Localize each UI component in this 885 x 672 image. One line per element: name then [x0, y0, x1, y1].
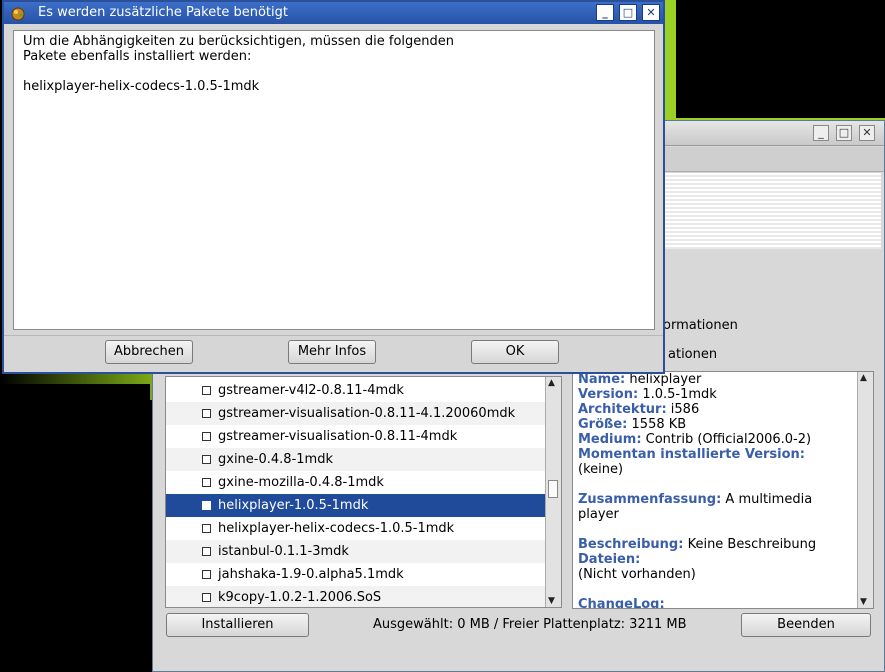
- package-row[interactable]: gstreamer-v4l2-0.8.11-4mdk: [166, 379, 546, 402]
- cancel-button[interactable]: Abbrechen: [105, 340, 193, 364]
- partial-label-1: ormationen: [663, 318, 738, 333]
- package-row[interactable]: helixplayer-1.0.5-1mdk: [166, 494, 546, 517]
- dialog-minimize-button[interactable]: _: [596, 4, 614, 21]
- package-info-pane: Name: helixplayer Version: 1.0.5-1mdk Ar…: [572, 371, 874, 609]
- package-row[interactable]: jahshaka-1.9-0.alpha5.1mdk: [166, 563, 546, 586]
- package-checkbox[interactable]: [202, 386, 211, 395]
- info-summary-label: Zusammenfassung:: [578, 492, 722, 507]
- main-maximize-button[interactable]: □: [836, 125, 852, 141]
- info-arch-label: Architektur:: [578, 402, 667, 417]
- package-name: helixplayer-1.0.5-1mdk: [218, 498, 369, 513]
- info-changelog-label: ChangeLog:: [578, 597, 665, 609]
- info-installed-label: Momentan installierte Version:: [578, 447, 805, 462]
- info-summary-value: A multimedia: [725, 492, 813, 507]
- package-checkbox[interactable]: [202, 547, 211, 556]
- dialog-maximize-button[interactable]: □: [619, 4, 637, 21]
- info-size-label: Größe:: [578, 417, 628, 432]
- dialog-separator: [4, 335, 663, 336]
- quit-button[interactable]: Beenden: [741, 613, 871, 637]
- package-row[interactable]: gxine-0.4.8-1mdk: [166, 448, 546, 471]
- desktop-dark-area-left: [0, 384, 150, 672]
- package-name: gstreamer-visualisation-0.8.11-4mdk: [218, 429, 458, 444]
- package-name: gstreamer-v4l2-0.8.11-4mdk: [218, 383, 404, 398]
- scroll-down-icon[interactable]: ▼: [548, 596, 555, 606]
- dialog-titlebar: Es werden zusätzliche Pakete benötigt _ …: [4, 2, 663, 24]
- info-name-value: helixplayer: [629, 372, 702, 387]
- info-installed-value: (keine): [578, 462, 624, 477]
- package-checkbox[interactable]: [202, 593, 211, 602]
- package-row[interactable]: gxine-mozilla-0.4.8-1mdk: [166, 471, 546, 494]
- package-checkbox[interactable]: [202, 455, 211, 464]
- scroll-thumb[interactable]: [548, 480, 558, 498]
- package-icon: [11, 7, 25, 21]
- dialog-title: Es werden zusätzliche Pakete benötigt: [38, 5, 288, 20]
- info-version-value: 1.0.5-1mdk: [642, 387, 717, 402]
- info-scroll-up-icon[interactable]: ▲: [860, 373, 867, 383]
- package-row[interactable]: k9copy-1.0.2-1.2006.SoS: [166, 586, 546, 607]
- package-name: helixplayer-helix-codecs-1.0.5-1mdk: [218, 521, 455, 536]
- info-arch-value: i586: [670, 402, 700, 417]
- main-close-button[interactable]: ✕: [859, 125, 875, 141]
- info-medium-value: Contrib (Official2006.0-2): [645, 432, 812, 447]
- scroll-up-icon[interactable]: ▲: [548, 378, 555, 388]
- install-button[interactable]: Installieren: [166, 613, 309, 637]
- dialog-message: Um die Abhängigkeiten zu berücksichtigen…: [13, 30, 655, 330]
- info-medium-label: Medium:: [578, 432, 642, 447]
- info-size-value: 1558 KB: [631, 417, 687, 432]
- main-banner: [663, 173, 881, 249]
- package-checkbox[interactable]: [202, 478, 211, 487]
- status-text: Ausgewählt: 0 MB / Freier Plattenplatz: …: [373, 617, 687, 632]
- package-name: istanbul-0.1.1-3mdk: [218, 544, 349, 559]
- info-scroll-down-icon[interactable]: ▼: [860, 597, 867, 607]
- info-desc-value: Keine Beschreibung: [687, 537, 817, 552]
- info-files-label: Dateien:: [578, 552, 641, 567]
- info-name-label: Name:: [578, 372, 626, 387]
- dependency-dialog: Es werden zusätzliche Pakete benötigt _ …: [2, 0, 665, 374]
- package-name: jahshaka-1.9-0.alpha5.1mdk: [218, 567, 404, 582]
- package-name: gxine-0.4.8-1mdk: [218, 452, 333, 467]
- main-minimize-button[interactable]: _: [813, 125, 829, 141]
- info-summary-value-cont: player: [578, 507, 619, 522]
- desktop-dark-area: [676, 0, 885, 118]
- package-row[interactable]: helixplayer-helix-codecs-1.0.5-1mdk: [166, 517, 546, 540]
- package-checkbox[interactable]: [202, 524, 211, 533]
- package-name: gxine-mozilla-0.4.8-1mdk: [218, 475, 384, 490]
- package-row[interactable]: istanbul-0.1.1-3mdk: [166, 540, 546, 563]
- more-info-button[interactable]: Mehr Infos: [288, 340, 376, 364]
- ok-button[interactable]: OK: [471, 340, 559, 364]
- package-list[interactable]: gstreamer-v4l2-0.8.11-4mdk gstreamer-visu…: [165, 376, 562, 608]
- partial-label-2: ationen: [668, 347, 718, 362]
- package-checkbox[interactable]: [202, 409, 211, 418]
- package-row[interactable]: gstreamer-visualisation-0.8.11-4mdk: [166, 425, 546, 448]
- package-name: gstreamer-visualisation-0.8.11-4.1.20060…: [218, 406, 516, 421]
- info-desc-label: Beschreibung:: [578, 537, 684, 552]
- package-list-scrollbar[interactable]: ▲ ▼: [545, 377, 561, 607]
- package-checkbox[interactable]: [202, 432, 211, 441]
- package-checkbox[interactable]: [202, 501, 211, 510]
- info-pane-scrollbar[interactable]: ▲ ▼: [857, 372, 873, 608]
- package-checkbox[interactable]: [202, 570, 211, 579]
- package-row[interactable]: gstreamer-visualisation-0.8.11-4.1.20060…: [166, 402, 546, 425]
- info-files-value: (Nicht vorhanden): [578, 567, 696, 582]
- dialog-close-button[interactable]: ✕: [642, 4, 660, 21]
- info-version-label: Version:: [578, 387, 639, 402]
- package-name: k9copy-1.0.2-1.2006.SoS: [218, 590, 382, 605]
